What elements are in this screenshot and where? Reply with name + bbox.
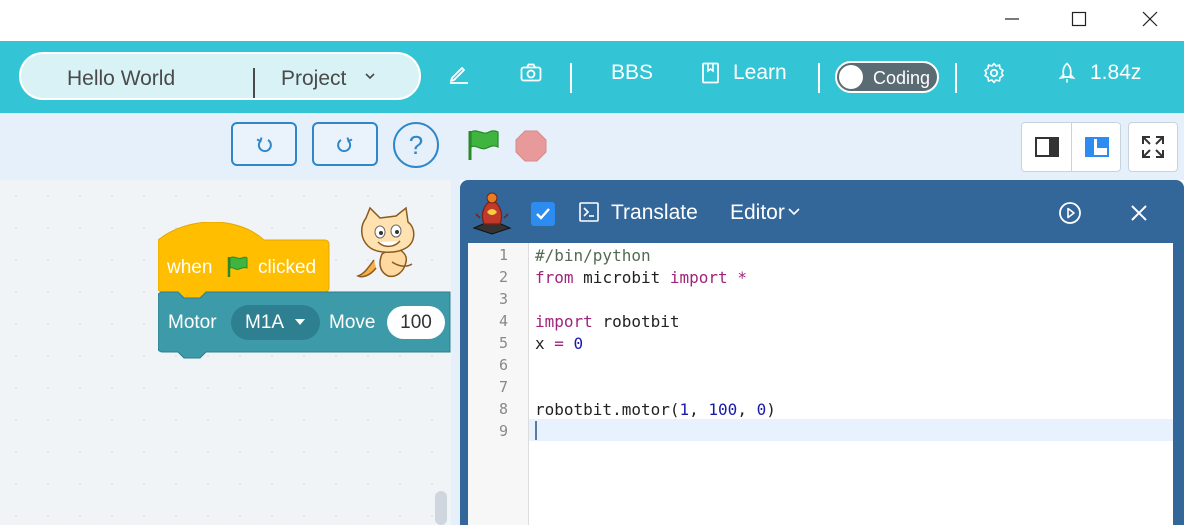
header-divider [955,63,957,93]
cat-sprite-icon[interactable] [352,206,422,282]
line-number: 9 [498,422,508,440]
layout-large-stage-icon [1084,137,1109,157]
hat-clicked-label: clicked [258,257,317,278]
undo-button[interactable] [231,122,297,166]
version-label[interactable]: 1.84z [1090,61,1141,85]
layout-small-stage-button[interactable] [1022,123,1071,171]
terminal-icon [579,202,599,222]
python-logo-icon [472,192,512,235]
move-label: Move [329,312,376,333]
move-value-input[interactable]: 100 [387,306,445,339]
play-circle-icon[interactable] [1058,201,1082,225]
maximize-button[interactable] [1059,6,1099,32]
code-editor[interactable]: 1 2 3 4 5 6 7 8 9 #/bin/python from micro… [468,243,1173,525]
app-header: Hello World Project BBS Learn Coding 1.8… [0,41,1184,113]
green-flag-icon[interactable] [467,129,501,161]
minimize-button[interactable] [992,6,1032,32]
layout-switcher [1021,122,1121,172]
code-line: from microbit import * [535,268,747,287]
project-name-input[interactable]: Hello World [67,67,175,91]
code-panel-header: Translate Editor [460,180,1184,243]
line-number: 3 [498,290,508,308]
gear-icon[interactable] [983,62,1005,84]
bbs-link[interactable]: BBS [611,61,653,85]
coding-toggle[interactable]: Coding [835,61,939,93]
maximize-icon [1071,11,1087,27]
panel-divider [451,180,460,525]
block-workspace[interactable]: when clicked Motor M1A Move 100 [0,180,451,525]
motor-move-block[interactable]: Motor M1A Move 100 [157,290,453,367]
fullscreen-icon [1142,136,1164,158]
redo-button[interactable] [312,122,378,166]
text-cursor [535,421,537,440]
project-pill: Hello World Project [19,52,421,100]
minimize-icon [1005,18,1019,20]
checkmark-icon [536,208,550,220]
chevron-down-icon [788,208,800,216]
close-icon [1142,11,1158,27]
line-number: 5 [498,334,508,352]
code-line: #/bin/python [535,246,651,265]
motor-port-dropdown[interactable]: M1A [231,305,320,340]
close-window-button[interactable] [1130,6,1170,32]
hat-when-label: when [167,257,213,278]
project-menu-button[interactable]: Project [281,67,346,91]
line-number: 1 [498,246,508,264]
line-number: 8 [498,400,508,418]
fullscreen-button[interactable] [1128,122,1178,172]
stop-icon[interactable] [515,130,547,162]
header-divider [818,63,820,93]
layout-large-stage-button[interactable] [1072,123,1121,171]
motor-label: Motor [168,312,217,333]
code-line: x = 0 [535,334,584,353]
code-panel: Translate Editor 1 2 3 4 5 6 7 8 9 #/bin… [460,180,1184,525]
edit-icon[interactable] [447,61,471,85]
header-divider [570,63,572,93]
code-line: robotbit.motor(1, 100, 0) [535,400,776,419]
coding-toggle-label: Coding [873,68,931,88]
toggle-knob [839,65,863,89]
redo-icon [337,137,353,153]
book-icon [702,62,719,84]
layout-small-stage-icon [1034,137,1059,157]
help-button[interactable]: ? [393,122,439,168]
active-line-highlight [468,419,1173,441]
close-icon[interactable] [1129,203,1149,223]
line-number: 4 [498,312,508,330]
line-number: 2 [498,268,508,286]
caret-down-icon [295,319,305,325]
green-flag-icon [227,256,248,277]
rocket-icon [1058,62,1076,83]
motor-port-value: M1A [245,312,285,333]
editor-menu-button[interactable]: Editor [730,201,785,225]
line-number-gutter: 1 2 3 4 5 6 7 8 9 [468,243,529,525]
chevron-down-icon [365,73,375,80]
camera-icon[interactable] [519,61,543,85]
line-number: 7 [498,378,508,396]
toolbar: ? [0,113,1184,180]
workspace-scrollbar[interactable] [435,491,447,525]
undo-icon [256,137,272,153]
project-separator [253,68,255,98]
code-line: import robotbit [535,312,680,331]
translate-tab[interactable]: Translate [611,201,698,225]
learn-link[interactable]: Learn [733,61,787,85]
line-number: 6 [498,356,508,374]
window-titlebar [0,0,1184,41]
code-panel-checkbox[interactable] [531,202,555,226]
